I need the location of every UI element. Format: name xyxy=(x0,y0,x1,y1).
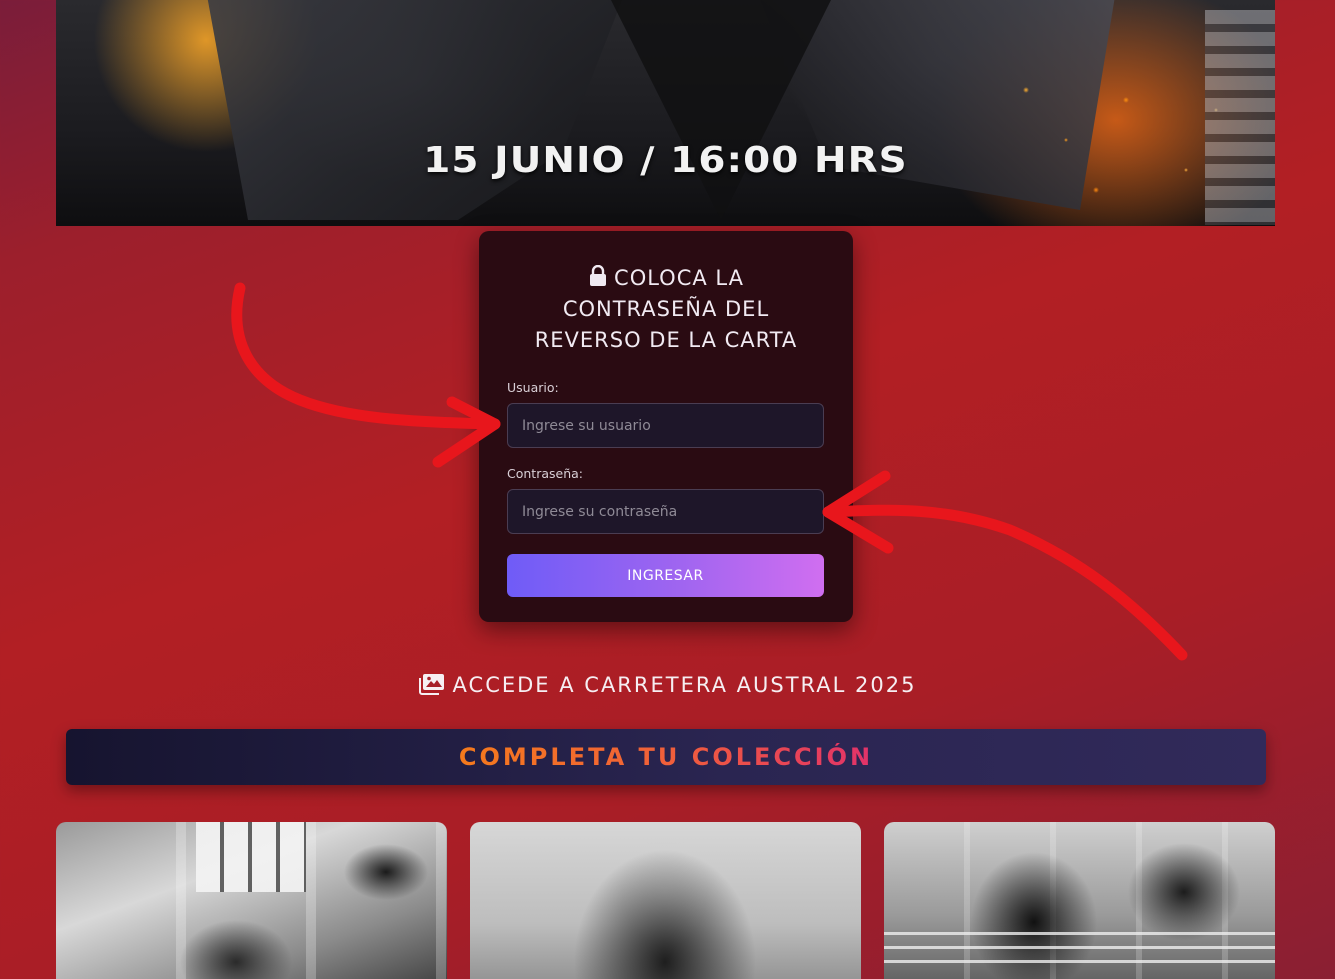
username-group: Usuario: xyxy=(507,380,825,448)
hero-figure-left xyxy=(206,0,626,220)
submit-button[interactable]: INGRESAR xyxy=(507,554,824,597)
gallery-photo-3[interactable] xyxy=(884,822,1275,979)
photo-ring-ropes xyxy=(884,932,1275,972)
username-label: Usuario: xyxy=(507,380,559,395)
annotation-arrow-left xyxy=(231,282,501,430)
hero-banner: 15 JUNIO / 16:00 HRS xyxy=(56,0,1275,226)
gallery-photo-1[interactable] xyxy=(56,822,447,979)
hero-chain xyxy=(1205,10,1275,225)
collection-banner: COMPLETA TU COLECCIÓN xyxy=(66,729,1266,785)
login-card: COLOCA LA CONTRASEÑA DEL REVERSO DE LA C… xyxy=(479,231,853,622)
event-date-text: 15 JUNIO / 16:00 HRS xyxy=(423,140,908,181)
gallery-photo-2[interactable] xyxy=(470,822,861,979)
username-input[interactable] xyxy=(507,403,824,448)
annotation-arrow-right xyxy=(822,504,1188,661)
password-input[interactable] xyxy=(507,489,824,534)
login-title: COLOCA LA CONTRASEÑA DEL REVERSO DE LA C… xyxy=(507,259,825,356)
image-icon xyxy=(418,674,444,695)
password-group: Contraseña: xyxy=(507,466,825,534)
hero-v-shape xyxy=(611,0,831,220)
collection-title: COMPLETA TU COLECCIÓN xyxy=(458,743,874,771)
lock-icon xyxy=(590,265,607,286)
login-title-text: COLOCA LA CONTRASEÑA DEL REVERSO DE LA C… xyxy=(534,266,798,352)
access-label: ACCEDE A CARRETERA AUSTRAL 2025 xyxy=(452,673,917,697)
password-label: Contraseña: xyxy=(507,466,583,481)
photo-window xyxy=(196,822,306,892)
access-heading: ACCEDE A CARRETERA AUSTRAL 2025 xyxy=(0,673,1335,697)
